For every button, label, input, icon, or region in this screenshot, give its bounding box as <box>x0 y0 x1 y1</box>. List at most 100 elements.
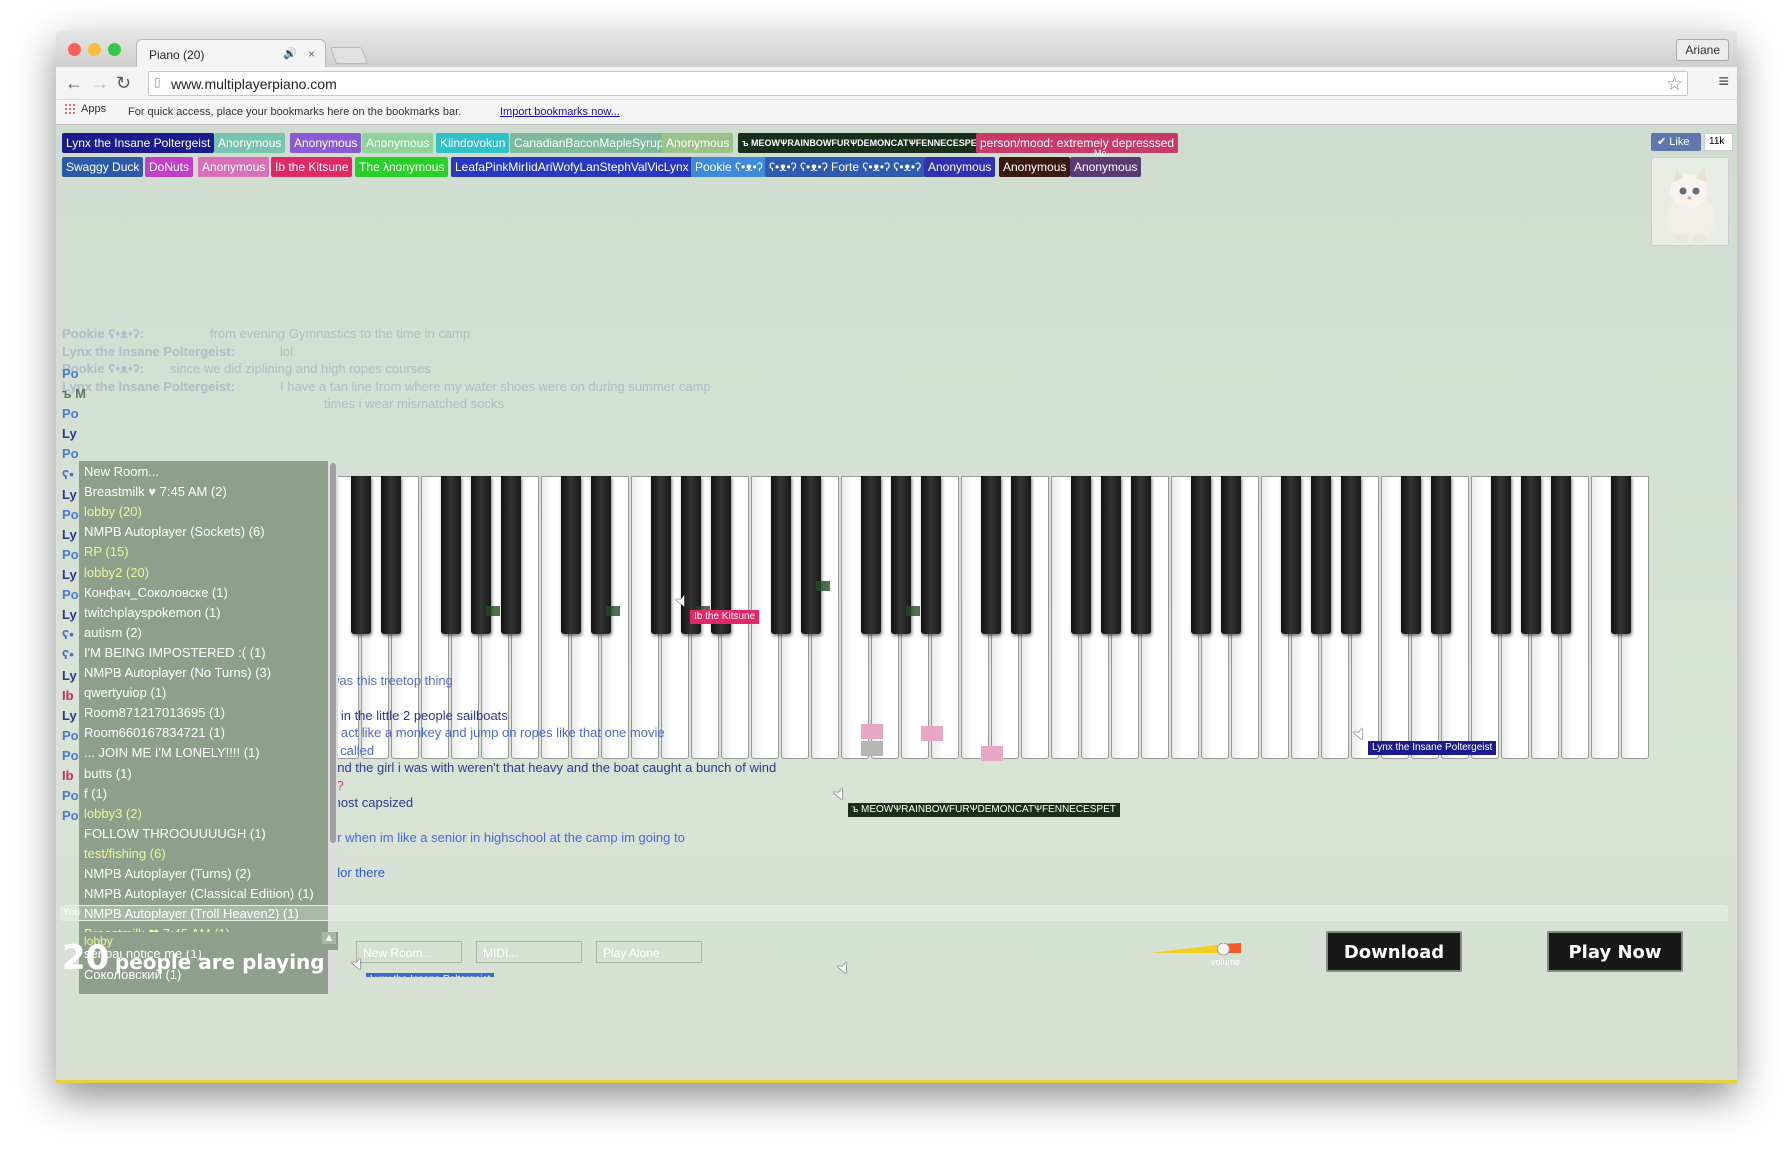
room-item[interactable]: twitchplayspokemon (1) <box>84 605 221 620</box>
url-input[interactable]: ▯ www.multiplayerpiano.com ☆ <box>148 71 1688 96</box>
chat-message: elor there <box>330 865 385 880</box>
room-item[interactable]: NMPB Autoplayer (Sockets) (6) <box>84 524 265 539</box>
black-key[interactable] <box>1101 476 1121 634</box>
black-key[interactable] <box>501 476 521 634</box>
room-item[interactable]: qwertyuiop (1) <box>84 685 166 700</box>
black-key[interactable] <box>1011 476 1031 634</box>
player-tag[interactable]: Kiindovokun <box>436 133 510 153</box>
black-key[interactable] <box>1311 476 1331 634</box>
black-key[interactable] <box>1611 476 1631 634</box>
room-item[interactable]: lobby2 (20) <box>84 565 149 580</box>
speaker-icon[interactable]: 🔊 <box>283 47 297 60</box>
black-key[interactable] <box>801 476 821 634</box>
room-item[interactable]: I'M BEING IMPOSTERED :( (1) <box>84 645 266 660</box>
black-key[interactable] <box>381 476 401 634</box>
black-key[interactable] <box>1401 476 1421 634</box>
room-item[interactable]: autism (2) <box>84 625 142 640</box>
tab-close-icon[interactable]: × <box>308 47 315 61</box>
room-item[interactable]: ... JOIN ME I'M LONELY!!!! (1) <box>84 745 260 760</box>
player-tag[interactable]: The λnonymous <box>355 157 449 177</box>
back-icon[interactable]: ← <box>65 73 83 94</box>
close-window-icon[interactable] <box>68 43 81 56</box>
piano-keyboard[interactable] <box>331 476 1666 761</box>
black-key[interactable] <box>981 476 1001 634</box>
player-tag[interactable]: LeafaPinkMirIidAriWofyLanStephValVicLynx <box>451 157 693 177</box>
menu-icon[interactable]: ≡ <box>1718 71 1729 92</box>
room-item[interactable]: Breastmilk ♥ 7:45 AM (2) <box>84 484 227 499</box>
player-tag[interactable]: Anonymous <box>362 133 434 153</box>
black-key[interactable] <box>1491 476 1511 634</box>
black-key[interactable] <box>1281 476 1301 634</box>
player-tag[interactable]: Ib the Kitsune <box>271 157 353 177</box>
black-key[interactable] <box>1221 476 1241 634</box>
chat-author-initial: ʕ• <box>62 627 74 643</box>
room-item[interactable]: NMPB Autoplayer (Turns) (2) <box>84 866 251 881</box>
people-counter: 20 people are playing <box>62 938 325 978</box>
play-now-button[interactable]: Play Now <box>1547 931 1683 972</box>
cursor-icon: ➤ <box>829 784 851 804</box>
chat-message: and the girl i was with weren't that hea… <box>330 760 777 775</box>
room-item[interactable]: Room871217013695 (1) <box>84 705 225 720</box>
black-key[interactable] <box>771 476 791 634</box>
player-tag[interactable]: Swaggy Duck <box>62 157 144 177</box>
room-item[interactable]: lobby (20) <box>84 504 142 519</box>
player-tag[interactable]: person/mood: extremely depresssed <box>976 133 1179 153</box>
player-tag[interactable]: DoNuts <box>145 157 194 177</box>
profile-button[interactable]: Ariane <box>1676 39 1729 61</box>
black-key[interactable] <box>1521 476 1541 634</box>
chat-author-initial: Po <box>62 587 79 603</box>
room-item[interactable]: Room660167834721 (1) <box>84 725 225 740</box>
maximize-window-icon[interactable] <box>108 43 121 56</box>
new-room-button[interactable]: New Room... <box>356 941 462 963</box>
player-tag[interactable]: Anonymous <box>924 157 996 177</box>
player-tag[interactable]: Anonymous <box>1070 157 1142 177</box>
room-item[interactable]: FOLLOW THROOUUUUGH (1) <box>84 826 266 841</box>
reload-icon[interactable]: ↻ <box>116 73 131 94</box>
room-item[interactable]: New Room... <box>84 464 159 479</box>
import-bookmarks-link[interactable]: Import bookmarks now... <box>500 106 620 118</box>
player-tag[interactable]: Anonymous <box>290 133 362 153</box>
chat-input[interactable]: You <box>60 905 1728 921</box>
room-item[interactable]: NMPB Autoplayer (Classical Edition) (1) <box>84 886 314 901</box>
black-key[interactable] <box>1191 476 1211 634</box>
download-button[interactable]: Download <box>1326 931 1462 972</box>
room-item[interactable]: Конфач_Соколовске (1) <box>84 585 228 600</box>
black-key[interactable] <box>1071 476 1091 634</box>
black-key[interactable] <box>1131 476 1151 634</box>
room-item[interactable]: f (1) <box>84 786 107 801</box>
room-item[interactable]: test/fishing (6) <box>84 846 166 861</box>
midi-button[interactable]: MIDI... <box>476 941 582 963</box>
black-key[interactable] <box>1341 476 1361 634</box>
tab-piano[interactable]: Piano (20) 🔊 × <box>136 39 326 67</box>
facebook-like-button[interactable]: ✔ Like <box>1651 133 1701 151</box>
player-tag[interactable]: Lynx the Insane Poltergeist <box>62 133 215 153</box>
black-key[interactable] <box>351 476 371 634</box>
black-key[interactable] <box>1431 476 1451 634</box>
black-key[interactable] <box>561 476 581 634</box>
player-tag[interactable]: Anonymous <box>198 157 270 177</box>
player-tag[interactable]: Pookie ʕ•ᴥ•ʔ <box>691 157 767 177</box>
star-icon[interactable]: ☆ <box>1666 73 1683 96</box>
player-tag[interactable]: CanadianBaconMapleSyrup <box>510 133 668 153</box>
black-key[interactable] <box>441 476 461 634</box>
black-key[interactable] <box>921 476 941 634</box>
player-tag[interactable]: Anonymous <box>214 133 286 153</box>
player-tag[interactable]: ʕ•ᴥ•ʔ ʕ•ᴥ•ʔ Forte ʕ•ᴥ•ʔ ʕ•ᴥ•ʔ <box>765 157 926 177</box>
player-tag[interactable]: ъ MEOWѰRAINBOWFURѰDEMONCATѰFENNECESPET <box>738 133 987 153</box>
volume-slider[interactable] <box>1151 943 1246 955</box>
apps-button[interactable]: Apps <box>64 103 106 116</box>
like-count: 11k <box>1704 133 1733 151</box>
player-tag[interactable]: Anonymous <box>999 157 1071 177</box>
minimize-window-icon[interactable] <box>88 43 101 56</box>
room-item[interactable]: RP (15) <box>84 544 129 559</box>
player-tag[interactable]: Anonymous <box>662 133 734 153</box>
room-item[interactable]: lobby3 (2) <box>84 806 142 821</box>
new-tab-button[interactable] <box>329 47 369 64</box>
black-key[interactable] <box>651 476 671 634</box>
room-item[interactable]: NMPB Autoplayer (No Turns) (3) <box>84 665 271 680</box>
play-alone-button[interactable]: Play Alone <box>596 941 702 963</box>
black-key[interactable] <box>1551 476 1571 634</box>
room-item[interactable]: butts (1) <box>84 766 132 781</box>
black-key[interactable] <box>861 476 881 634</box>
forward-icon[interactable]: → <box>91 73 109 94</box>
